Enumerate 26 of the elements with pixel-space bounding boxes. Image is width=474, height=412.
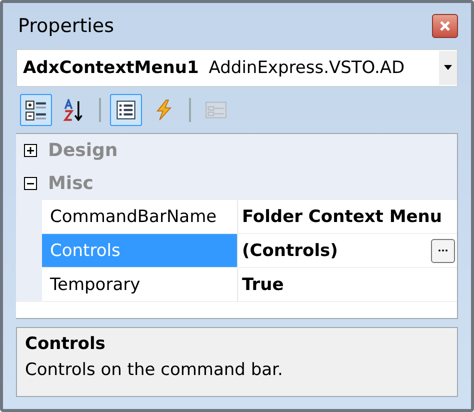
- ellipsis-button[interactable]: [431, 238, 455, 262]
- property-list-button[interactable]: [110, 94, 142, 126]
- object-selector[interactable]: AdxContextMenu1 AddinExpress.VSTO.AD: [16, 49, 458, 87]
- property-pages-icon: [205, 99, 227, 121]
- ellipsis-icon: [438, 249, 448, 252]
- categorized-icon: [25, 99, 47, 121]
- close-icon: [438, 19, 452, 33]
- property-value: True: [242, 274, 284, 294]
- sort-az-icon: [63, 99, 85, 121]
- property-name[interactable]: Temporary: [42, 268, 238, 301]
- property-name[interactable]: CommandBarName: [42, 200, 238, 233]
- property-value: Folder Context Menu: [242, 206, 442, 226]
- category-label: Design: [48, 140, 118, 161]
- close-button[interactable]: [432, 14, 458, 38]
- collapse-icon[interactable]: [24, 177, 37, 190]
- window-title: Properties: [17, 15, 114, 37]
- category-label: Misc: [48, 173, 94, 194]
- categorized-button[interactable]: [20, 94, 52, 126]
- object-type: AddinExpress.VSTO.AD: [208, 58, 406, 78]
- description-title: Controls: [25, 334, 106, 354]
- description-text: Controls on the command bar.: [25, 360, 284, 380]
- expand-icon[interactable]: [24, 144, 37, 157]
- property-value: (Controls): [242, 240, 338, 260]
- property-list-icon: [115, 99, 137, 121]
- object-name: AdxContextMenu1: [23, 58, 199, 78]
- dropdown-arrow-icon: [443, 65, 453, 71]
